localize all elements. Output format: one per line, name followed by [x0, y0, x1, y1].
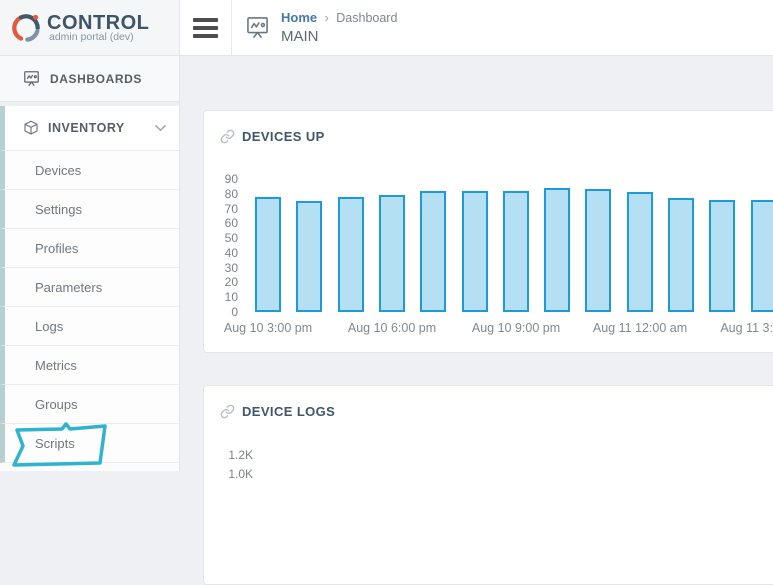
- sidebar: DASHBOARDS INVENTORY Devices Settings Pr…: [0, 56, 180, 471]
- y-tick-label: 1.2K: [204, 448, 253, 463]
- x-tick-label: Aug 10 6:00 pm: [348, 321, 436, 335]
- bar: [379, 195, 405, 312]
- x-tick-label: Aug 11 3:00 am: [720, 321, 773, 335]
- bar: [668, 198, 694, 312]
- sidebar-item-scripts[interactable]: Scripts: [0, 424, 179, 463]
- sidebar-section-dashboards[interactable]: DASHBOARDS: [0, 56, 179, 102]
- sidebar-item-label: Profiles: [35, 241, 78, 256]
- bar: [503, 191, 529, 312]
- sidebar-group-label: INVENTORY: [48, 121, 125, 135]
- y-tick-label: 20: [208, 275, 238, 290]
- sidebar-item-parameters[interactable]: Parameters: [0, 268, 179, 307]
- sidebar-item-groups[interactable]: Groups: [0, 385, 179, 424]
- bar: [751, 200, 773, 312]
- y-tick-label: 90: [208, 172, 238, 187]
- y-tick-label: 50: [208, 231, 238, 246]
- y-tick-label: 60: [208, 216, 238, 231]
- sidebar-item-label: Metrics: [35, 358, 77, 373]
- dashboards-board-icon: [22, 69, 41, 88]
- logo-subtitle: admin portal (dev): [47, 31, 149, 43]
- x-tick-label: Aug 11 12:00 am: [593, 321, 687, 335]
- breadcrumb-section: Home › Dashboard MAIN: [232, 0, 397, 55]
- main-content: DEVICES UP 9080706050403020100 Aug 10 3:…: [181, 56, 773, 471]
- sidebar-section-label: DASHBOARDS: [50, 72, 142, 86]
- y-tick-label: 1.0K: [204, 467, 253, 482]
- inventory-box-icon: [22, 119, 40, 137]
- link-icon: [220, 404, 235, 419]
- sidebar-group-inventory[interactable]: INVENTORY: [0, 106, 179, 151]
- y-tick-label: 30: [208, 261, 238, 276]
- y-tick-label: 80: [208, 187, 238, 202]
- hamburger-icon: [193, 18, 218, 38]
- top-header: CONTROL admin portal (dev) Home › Dashbo…: [0, 0, 773, 56]
- panel-title: DEVICE LOGS: [242, 404, 335, 419]
- sidebar-item-settings[interactable]: Settings: [0, 190, 179, 229]
- sidebar-item-label: Parameters: [35, 280, 102, 295]
- bar: [255, 197, 281, 312]
- x-tick-label: Aug 10 9:00 pm: [472, 321, 560, 335]
- chevron-down-icon: [155, 124, 166, 132]
- sidebar-item-label: Scripts: [35, 436, 75, 451]
- bar: [338, 197, 364, 312]
- dashboard-board-icon: [244, 14, 271, 41]
- bar: [544, 188, 570, 312]
- y-tick-label: 0: [208, 305, 238, 320]
- sidebar-toggle-button[interactable]: [180, 0, 232, 55]
- sidebar-item-profiles[interactable]: Profiles: [0, 229, 179, 268]
- breadcrumb: Home › Dashboard: [281, 10, 397, 26]
- bar-chart-plot: [255, 179, 773, 312]
- page-title: MAIN: [281, 27, 397, 46]
- devices-up-panel: DEVICES UP 9080706050403020100 Aug 10 3:…: [203, 110, 773, 353]
- sidebar-item-label: Logs: [35, 319, 63, 334]
- link-icon: [220, 129, 235, 144]
- breadcrumb-current: Dashboard: [336, 11, 397, 25]
- sidebar-item-logs[interactable]: Logs: [0, 307, 179, 346]
- sidebar-item-label: Devices: [35, 163, 81, 178]
- bar: [627, 192, 653, 312]
- y-tick-label: 40: [208, 246, 238, 261]
- panel-title: DEVICES UP: [242, 129, 325, 144]
- y-tick-label: 10: [208, 290, 238, 305]
- bar: [585, 189, 611, 312]
- bar: [462, 191, 488, 312]
- sidebar-item-label: Settings: [35, 202, 82, 217]
- logo-swirl-icon: [9, 11, 43, 45]
- bar: [296, 201, 322, 312]
- sidebar-item-devices[interactable]: Devices: [0, 151, 179, 190]
- bar: [420, 191, 446, 312]
- app-logo[interactable]: CONTROL admin portal (dev): [0, 0, 180, 55]
- breadcrumb-home-link[interactable]: Home: [281, 10, 317, 25]
- bar: [709, 200, 735, 312]
- breadcrumb-separator: ›: [325, 11, 329, 25]
- sidebar-item-label: Groups: [35, 397, 78, 412]
- device-logs-panel: DEVICE LOGS 1.2K 1.0K: [203, 385, 773, 585]
- sidebar-item-metrics[interactable]: Metrics: [0, 346, 179, 385]
- y-tick-label: 70: [208, 202, 238, 217]
- x-tick-label: Aug 10 3:00 pm: [224, 321, 312, 335]
